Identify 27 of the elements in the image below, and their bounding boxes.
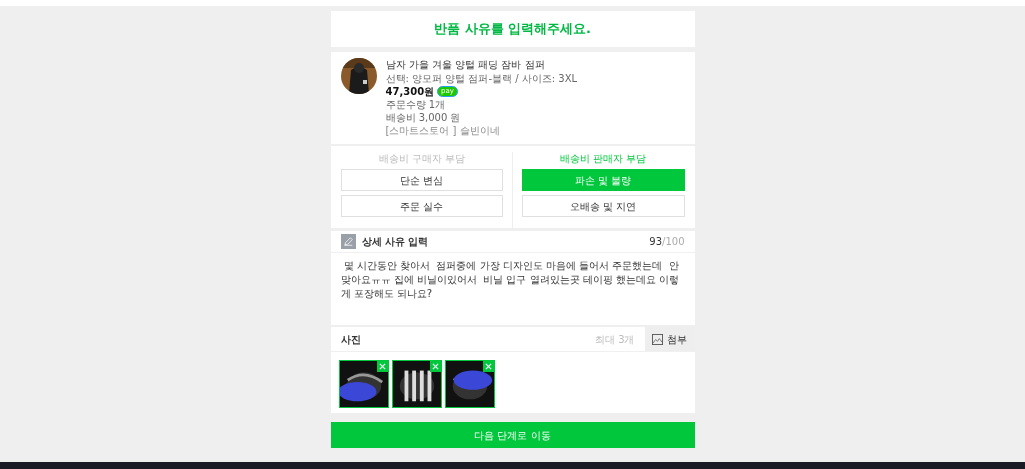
product-name: 남자 가을 겨울 양털 패딩 잠바 점퍼 [385, 58, 546, 72]
close-icon [378, 363, 386, 370]
shipping-fee: 배송비 3,000 원 [385, 111, 462, 124]
pencil-icon [340, 234, 356, 249]
reason-option[interactable]: 단순 변심 [340, 169, 503, 191]
remove-photo-button[interactable] [482, 361, 494, 372]
close-icon [431, 363, 439, 370]
reason-text-area[interactable]: 몇 시간동안 찾아서 점퍼중에 가장 디자인도 마음에 들어서 주문했는데 안맞아요ㅠㅠ 집에 비닐이있어서 비닐 입구 열려있는곳 테이핑 했는데요 이렇게 포장해도 되나요? [330, 253, 695, 301]
photo-limit: 최대 3개 [594, 332, 635, 347]
store-name: [스마트스토어 ] 슬빈이네 [385, 124, 501, 137]
group-header: 배송비 판매자 부담 [559, 152, 648, 165]
product-price: 47,300원 [385, 85, 435, 98]
character-limit: /100 [662, 236, 685, 247]
order-quantity: 주문수량 1개 [385, 98, 447, 111]
close-icon [484, 363, 492, 370]
group-header: 배송비 구매자 부담 [377, 152, 466, 165]
reason-option[interactable]: 오배송 및 지연 [522, 195, 685, 217]
image-icon [652, 333, 663, 345]
detail-title: 상세 사유 입력 [361, 235, 429, 249]
attach-button[interactable]: 첨부 [644, 327, 695, 351]
character-count: 93 [649, 236, 663, 247]
remove-photo-button[interactable] [429, 361, 441, 372]
remove-photo-button[interactable] [376, 361, 388, 372]
product-option: 선택: 양모퍼 양털 점퍼-블랙 / 사이즈: 3XL [385, 72, 578, 85]
photo-title: 사진 [340, 332, 361, 347]
page-title: 반품 사유를 입력해주세요. [434, 20, 591, 39]
reason-option[interactable]: 주문 실수 [340, 195, 503, 217]
